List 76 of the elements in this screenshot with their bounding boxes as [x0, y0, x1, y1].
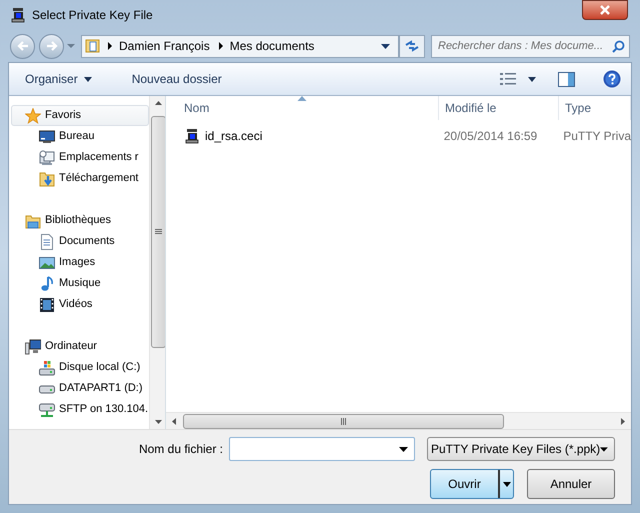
music-note-icon: [39, 276, 55, 292]
sidebar-item[interactable]: Bureau: [11, 126, 149, 147]
column-header[interactable]: Modifié le: [439, 96, 559, 120]
download-folder-icon: [39, 170, 55, 186]
table-cell-text: 20/05/2014 16:59: [444, 128, 538, 145]
drive-icon: [39, 360, 55, 376]
close-button[interactable]: [582, 0, 628, 20]
computer-icon: [25, 338, 41, 354]
toolbar-button[interactable]: Nouveau dossier: [126, 70, 228, 88]
back-button[interactable]: [10, 34, 35, 58]
breadcrumb[interactable]: Mes documents: [230, 37, 314, 55]
breadcrumb[interactable]: Damien François: [119, 37, 210, 55]
dialog-button[interactable]: Ouvrir: [430, 469, 514, 499]
scrollbar-thumb[interactable]: [150, 116, 165, 348]
vertical-scrollbar[interactable]: [149, 96, 165, 429]
sidebar-item[interactable]: Téléchargement: [11, 168, 149, 189]
library-folder-icon: [25, 212, 41, 228]
network-drive-icon: [39, 402, 55, 418]
address-bar[interactable]: Damien François Mes documents: [81, 34, 399, 58]
toolbar-button[interactable]: Organiser: [19, 70, 98, 88]
sidebar-item[interactable]: Documents: [11, 231, 149, 252]
chevron-icon[interactable]: [107, 42, 113, 50]
view-button[interactable]: [500, 72, 536, 86]
caret-icon: [84, 76, 92, 82]
sidebar-item[interactable]: Bibliothèques: [11, 210, 149, 231]
terminal-icon: [10, 7, 26, 23]
dropdown-icon: [399, 446, 408, 452]
help-icon: [603, 70, 621, 88]
horizontal-scrollbar[interactable]: [166, 412, 631, 429]
star-icon: [25, 108, 41, 124]
dropdown-icon[interactable]: [381, 44, 390, 48]
grip-icon: [340, 418, 346, 424]
folder-icon: [85, 38, 101, 54]
file-row[interactable]: id_rsa.ceci 20/05/2014 16:59 PuTTY Priva: [166, 125, 631, 147]
sidebar-item[interactable]: Favoris: [11, 105, 149, 126]
grip-icon: [154, 229, 162, 235]
window-title: Select Private Key File: [32, 7, 153, 24]
sidebar-item[interactable]: Emplacements r: [11, 147, 149, 168]
table-cell-text: id_rsa.ceci: [205, 128, 262, 145]
search-input[interactable]: Rechercher dans : Mes docume...: [438, 36, 612, 56]
scrollbar-thumb[interactable]: [183, 414, 504, 428]
sidebar-item[interactable]: Vidéos: [11, 294, 149, 315]
column-header[interactable]: Nom: [166, 96, 439, 120]
refresh-arrows-icon: [404, 39, 420, 53]
sidebar-item[interactable]: SFTP on 130.104.: [11, 399, 149, 420]
search-icon: [612, 40, 625, 52]
filename-field[interactable]: [229, 437, 415, 461]
terminal-icon: [184, 128, 200, 144]
search-field[interactable]: Rechercher dans : Mes docume...: [431, 34, 630, 58]
caret-icon: [528, 76, 536, 82]
panel-icon: [558, 72, 575, 86]
network-folder-icon: [39, 150, 55, 166]
column-header[interactable]: Type: [559, 96, 631, 120]
forward-button[interactable]: [39, 34, 64, 58]
sidebar-item[interactable]: Ordinateur: [11, 336, 149, 357]
chevron-icon[interactable]: [218, 42, 224, 50]
sidebar-item[interactable]: DATAPART1 (D:): [11, 378, 149, 399]
preview-pane-button[interactable]: [558, 72, 575, 86]
caret-icon: [502, 482, 510, 486]
close-icon: [599, 5, 611, 15]
dialog-button[interactable]: Annuler: [527, 469, 615, 499]
document-icon: [39, 234, 55, 250]
refresh-button[interactable]: [399, 34, 425, 58]
table-cell-text: PuTTY Priva: [563, 128, 631, 145]
sidebar-item[interactable]: Disque local (C:): [11, 357, 149, 378]
field-label: Nom du fichier :: [138, 441, 223, 458]
sidebar-item[interactable]: Musique: [11, 273, 149, 294]
help-button[interactable]: [603, 70, 621, 88]
landscape-picture-icon: [39, 254, 55, 270]
sidebar-item[interactable]: Images: [11, 252, 149, 273]
file-type-dropdown[interactable]: PuTTY Private Key Files (*.ppk): [427, 437, 615, 461]
film-strip-icon: [39, 296, 55, 312]
dropdown-icon: [600, 446, 608, 452]
list-view-icon: [500, 72, 516, 86]
monitor-icon: [39, 128, 55, 144]
sort-arrow-icon: [298, 96, 306, 101]
